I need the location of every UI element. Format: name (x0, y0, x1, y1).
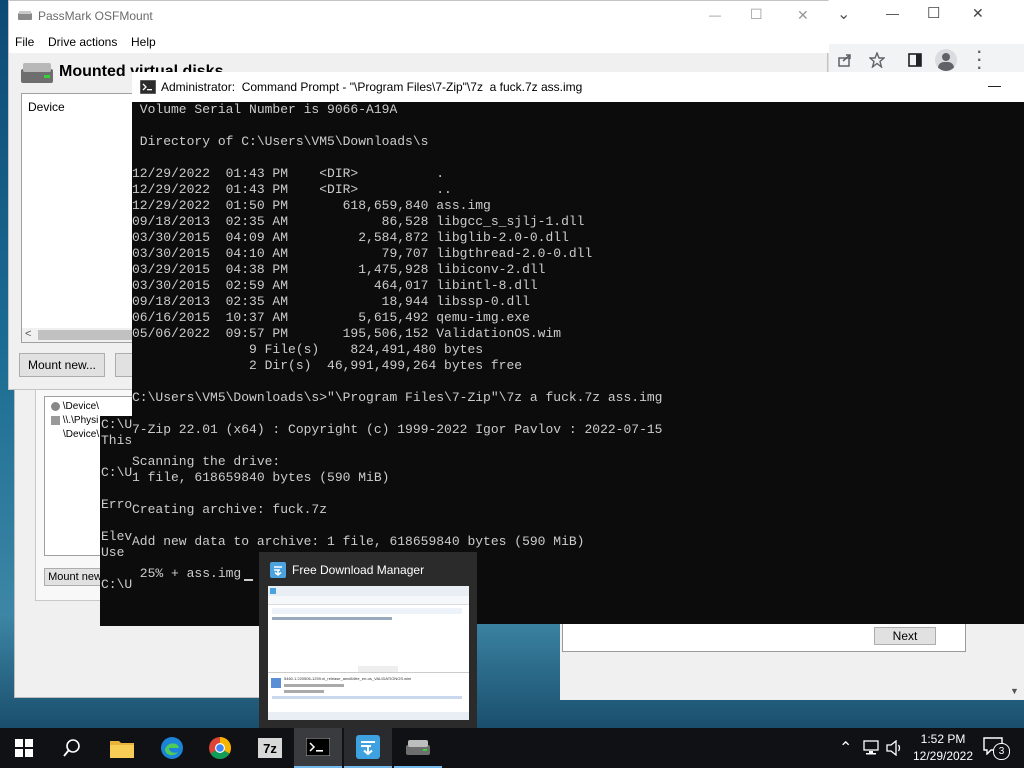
notification-badge: 3 (993, 743, 1010, 760)
disk-icon (51, 415, 60, 425)
mount-new-button-bg[interactable]: Mount new (44, 568, 106, 586)
file-explorer-icon (110, 741, 134, 758)
fdm-preview-item: 5460.1.220506-1259.ni_release_amd64fre_e… (284, 676, 412, 681)
maximize-icon[interactable]: ☐ (750, 6, 763, 23)
cmd-window-title: Administrator: Command Prompt - "\Progra… (161, 80, 583, 94)
command-prompt-icon (306, 738, 330, 756)
tab-search-icon[interactable]: ⌄ (837, 4, 850, 24)
start-button[interactable] (0, 728, 48, 768)
search-button[interactable] (48, 728, 96, 768)
side-panel-icon[interactable] (907, 52, 923, 68)
scroll-left-icon[interactable]: < (25, 328, 31, 340)
minimize-icon[interactable]: — (709, 8, 721, 22)
fdm-thumbnail-title: Free Download Manager (292, 563, 425, 577)
chrome-icon (209, 737, 231, 759)
close-icon[interactable]: ✕ (797, 7, 809, 24)
free-download-manager-icon (356, 735, 380, 759)
drive-icon (21, 63, 53, 83)
maximize-icon[interactable]: ☐ (927, 4, 940, 22)
cmd-titlebar: Administrator: Command Prompt - "\Progra… (132, 72, 1024, 102)
taskbar-command-prompt[interactable] (294, 728, 342, 768)
bookmark-star-icon[interactable] (869, 52, 885, 68)
cmd-output: Volume Serial Number is 9066-A19A Direct… (132, 102, 663, 581)
7zip-icon: 7z (258, 738, 282, 758)
edge-icon (161, 737, 183, 759)
taskbar: 7z ⌃ 1:52 PM 12/29/2022 3 (0, 728, 1024, 768)
osfmount-app-icon (18, 11, 32, 20)
fdm-app-icon (270, 562, 286, 578)
mount-new-button[interactable]: Mount new... (19, 353, 105, 377)
taskbar-7zip[interactable]: 7z (246, 728, 294, 768)
tray-overflow-icon[interactable]: ⌃ (839, 738, 852, 758)
menu-dots-icon[interactable]: · · · (977, 45, 982, 77)
path-item-3[interactable]: \Device\ (63, 429, 99, 440)
clock-time: 1:52 PM (920, 732, 966, 746)
chrome-window: ⌄ — ☐ ✕ · · · (828, 0, 1024, 80)
taskbar-edge[interactable] (148, 728, 196, 768)
taskbar-free-download-manager[interactable] (344, 728, 392, 768)
cmd-cursor (244, 579, 253, 581)
clock-date: 12/29/2022 (912, 749, 974, 763)
volume-icon[interactable] (886, 740, 904, 756)
profile-avatar-icon[interactable] (935, 49, 957, 71)
path-item-2[interactable]: \\.\Physi (51, 415, 98, 426)
windows-start-icon (15, 739, 33, 757)
menu-drive-actions[interactable]: Drive actions (48, 35, 117, 49)
disk-icon (51, 401, 60, 411)
next-button[interactable]: Next (874, 627, 936, 645)
action-center-button[interactable]: 3 (983, 737, 1013, 761)
share-icon[interactable] (837, 52, 853, 68)
minimize-icon[interactable]: — (886, 6, 899, 21)
path-item-1[interactable]: \Device\ (51, 401, 99, 412)
minimize-icon[interactable]: — (988, 78, 1001, 93)
clock[interactable]: 1:52 PM 12/29/2022 (908, 731, 978, 765)
cmd-body[interactable]: Volume Serial Number is 9066-A19A Direct… (132, 102, 1024, 624)
scroll-down-icon[interactable]: ▼ (1010, 686, 1019, 696)
osfmount-icon (406, 740, 430, 755)
osf-menubar: File Drive actions Help (9, 31, 829, 53)
network-icon[interactable] (863, 740, 881, 756)
column-header-device[interactable]: Device (28, 100, 65, 114)
taskbar-osfmount[interactable] (394, 728, 442, 768)
cmd-app-icon (140, 80, 156, 94)
window-title: PassMark OSFMount (38, 9, 153, 23)
chrome-titlebar: ⌄ — ☐ ✕ (829, 0, 1024, 32)
close-icon[interactable]: ✕ (972, 5, 984, 22)
taskbar-file-explorer[interactable] (98, 728, 146, 768)
menu-help[interactable]: Help (131, 35, 156, 49)
command-prompt-window: Administrator: Command Prompt - "\Progra… (132, 72, 1024, 624)
taskbar-chrome[interactable] (196, 728, 244, 768)
fdm-thumbnail-popup[interactable]: Free Download Manager 5460.1.220506-1259… (259, 552, 477, 728)
osf-titlebar: PassMark OSFMount — ☐ ✕ (9, 1, 829, 31)
menu-file[interactable]: File (15, 35, 34, 49)
fdm-preview-image: 5460.1.220506-1259.ni_release_amd64fre_e… (268, 586, 469, 720)
search-icon (63, 739, 80, 757)
